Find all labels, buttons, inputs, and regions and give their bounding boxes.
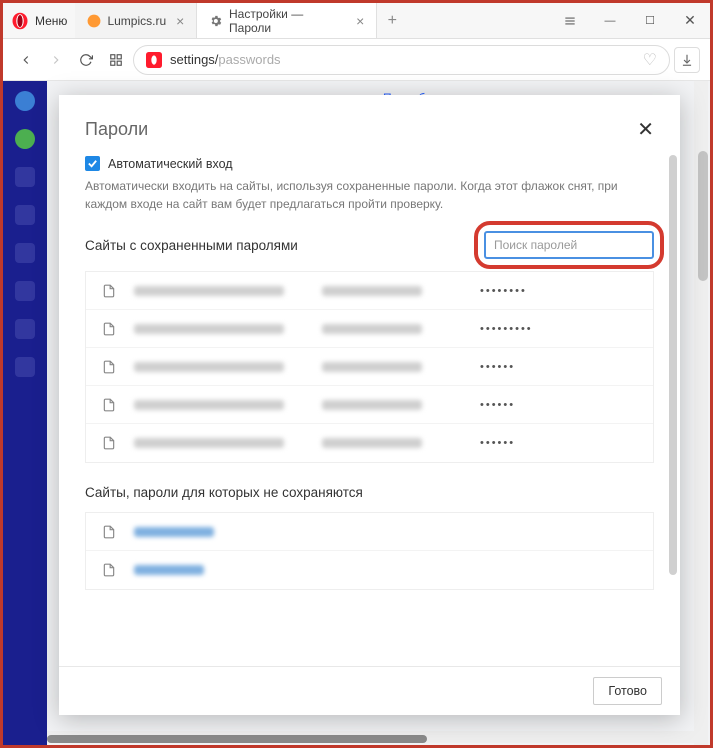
password-mask: ••••••: [480, 361, 515, 373]
sidebar-icon[interactable]: [15, 129, 35, 149]
tab-label: Настройки — Пароли: [229, 7, 346, 35]
site-name-blurred: [134, 324, 284, 334]
sidebar-icon[interactable]: [15, 91, 35, 111]
minimize-button[interactable]: —: [590, 3, 630, 38]
url-field[interactable]: settings/passwords ♡: [133, 45, 670, 75]
auto-signin-row[interactable]: Автоматический вход: [85, 156, 654, 171]
never-row[interactable]: [86, 513, 653, 551]
site-name-blurred: [134, 400, 284, 410]
new-tab-button[interactable]: +: [377, 3, 407, 38]
username-blurred: [322, 362, 422, 372]
never-saved-list: [85, 512, 654, 590]
sidebar-icon[interactable]: [15, 281, 35, 301]
tab-label: Lumpics.ru: [107, 14, 166, 28]
saved-passwords-list: •••••••• ••••••••• •••••• ••••••: [85, 271, 654, 463]
reload-button[interactable]: [73, 47, 99, 73]
search-passwords-input[interactable]: [484, 231, 654, 259]
username-blurred: [322, 286, 422, 296]
site-name-blurred: [134, 286, 284, 296]
site-icon: [102, 283, 116, 299]
site-icon: [102, 562, 116, 578]
modal-scrollbar-thumb[interactable]: [669, 155, 677, 575]
password-mask: ••••••: [480, 437, 515, 449]
back-button[interactable]: [13, 47, 39, 73]
site-name-blurred: [134, 527, 214, 537]
password-mask: •••••••••: [480, 323, 533, 335]
sidebar-icon[interactable]: [15, 357, 35, 377]
password-row[interactable]: •••••••••: [86, 310, 653, 348]
site-icon: [102, 321, 116, 337]
close-icon[interactable]: ✕: [637, 117, 654, 142]
opera-logo-icon: [11, 12, 29, 30]
password-mask: ••••••••: [480, 285, 527, 297]
done-button[interactable]: Готово: [593, 677, 662, 705]
password-row[interactable]: ••••••: [86, 386, 653, 424]
tabs: Lumpics.ru × Настройки — Пароли × +: [75, 3, 550, 38]
tab-lumpics[interactable]: Lumpics.ru ×: [75, 3, 197, 38]
site-icon: [102, 524, 116, 540]
maximize-button[interactable]: ☐: [630, 3, 670, 38]
search-wrap: [484, 231, 654, 259]
password-row[interactable]: ••••••: [86, 424, 653, 462]
username-blurred: [322, 438, 422, 448]
forward-button[interactable]: [43, 47, 69, 73]
address-bar: settings/passwords ♡: [3, 39, 710, 81]
bookmark-heart-icon[interactable]: ♡: [643, 50, 657, 70]
close-icon[interactable]: ×: [356, 13, 364, 29]
url-text: settings/passwords: [170, 52, 281, 67]
opera-badge-icon: [146, 52, 162, 68]
site-icon: [102, 359, 116, 375]
tab-settings-passwords[interactable]: Настройки — Пароли ×: [197, 3, 377, 38]
saved-section-title: Сайты с сохраненными паролями: [85, 238, 298, 253]
titlebar-left: Меню: [3, 12, 75, 30]
window-close-button[interactable]: ✕: [670, 3, 710, 38]
password-mask: ••••••: [480, 399, 515, 411]
speed-dial-button[interactable]: [103, 47, 129, 73]
downloads-button[interactable]: [674, 47, 700, 73]
sidebar-icon[interactable]: [15, 205, 35, 225]
gear-icon: [209, 14, 223, 28]
page-scrollbar-thumb[interactable]: [698, 151, 708, 281]
sidebar-icon[interactable]: [15, 167, 35, 187]
horizontal-scrollbar-thumb[interactable]: [47, 735, 427, 743]
site-name-blurred: [134, 565, 204, 575]
saved-passwords-header: Сайты с сохраненными паролями: [85, 231, 654, 259]
customize-button[interactable]: [550, 3, 590, 38]
modal-footer: Готово: [59, 666, 680, 715]
username-blurred: [322, 400, 422, 410]
never-section-title: Сайты, пароли для которых не сохраняются: [85, 485, 654, 500]
password-row[interactable]: ••••••••: [86, 272, 653, 310]
site-name-blurred: [134, 362, 284, 372]
auto-signin-checkbox[interactable]: [85, 156, 100, 171]
modal-body: Автоматический вход Автоматически входит…: [59, 150, 680, 666]
sidebar-icon[interactable]: [15, 319, 35, 339]
modal-title: Пароли: [85, 119, 148, 140]
auto-signin-description: Автоматически входить на сайты, использу…: [85, 177, 654, 213]
passwords-modal: Пароли ✕ Автоматический вход Автоматичес…: [59, 95, 680, 715]
username-blurred: [322, 324, 422, 334]
modal-header: Пароли ✕: [59, 95, 680, 150]
site-icon: [102, 435, 116, 451]
auto-signin-label: Автоматический вход: [108, 157, 233, 171]
lumpics-favicon-icon: [87, 14, 101, 28]
window-controls: — ☐ ✕: [550, 3, 710, 38]
titlebar: Меню Lumpics.ru × Настройки — Пароли × +…: [3, 3, 710, 39]
opera-sidebar: [3, 81, 47, 745]
close-icon[interactable]: ×: [176, 13, 184, 29]
site-icon: [102, 397, 116, 413]
sidebar-icon[interactable]: [15, 243, 35, 263]
site-name-blurred: [134, 438, 284, 448]
menu-button[interactable]: Меню: [35, 14, 75, 28]
never-row[interactable]: [86, 551, 653, 589]
password-row[interactable]: ••••••: [86, 348, 653, 386]
